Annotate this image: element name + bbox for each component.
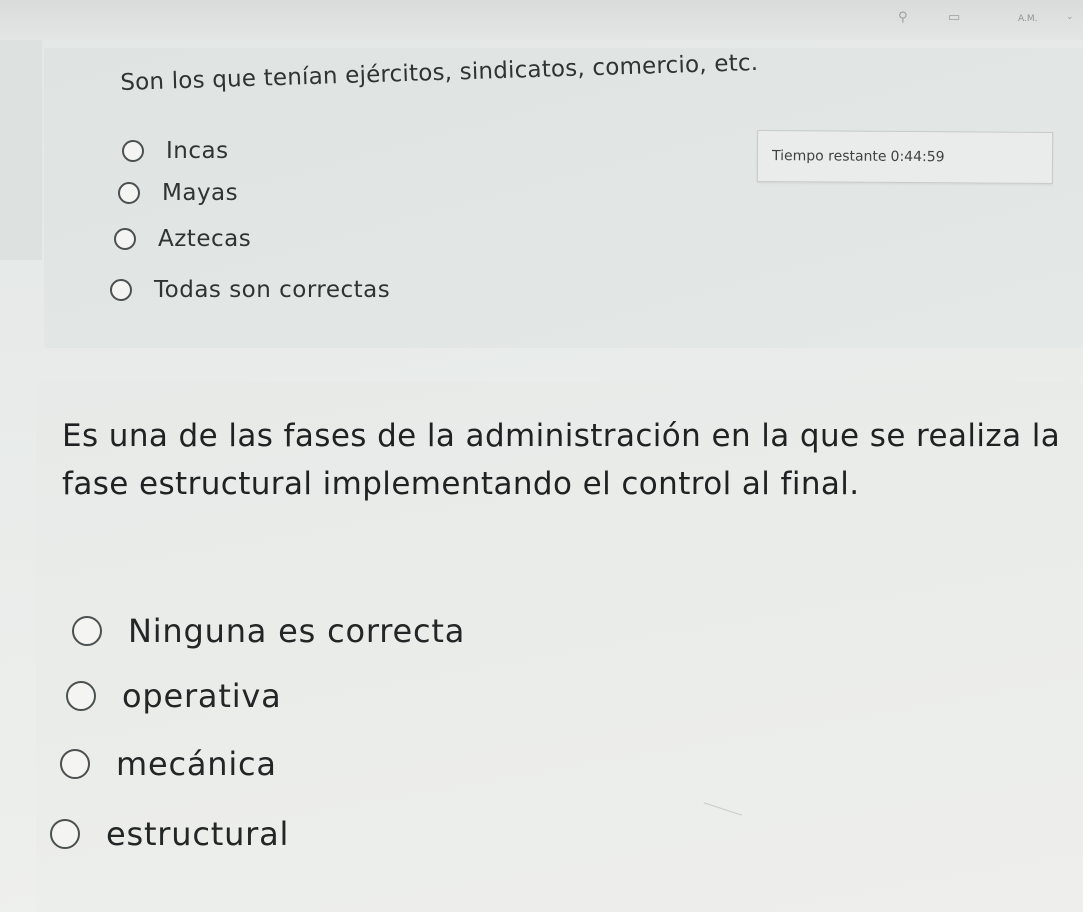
radio-button[interactable]: [114, 228, 136, 250]
radio-button[interactable]: [66, 681, 96, 711]
radio-button[interactable]: [110, 279, 132, 301]
question-2-option-operativa[interactable]: operativa: [66, 677, 282, 715]
radio-button[interactable]: [118, 182, 140, 204]
question-2-prompt: Es una de las fases de la administración…: [62, 418, 1061, 502]
window-icon[interactable]: ▭: [948, 10, 960, 25]
question-2-option-estructural[interactable]: estructural: [50, 815, 289, 853]
chevron-down-icon[interactable]: ⌄: [1066, 12, 1074, 22]
time-remaining-badge: Tiempo restante 0:44:59: [756, 129, 1054, 185]
option-label: Incas: [166, 138, 229, 164]
option-label: Aztecas: [158, 226, 252, 252]
question-2-option-ninguna[interactable]: Ninguna es correcta: [72, 612, 465, 650]
radio-button[interactable]: [60, 749, 90, 779]
option-label: estructural: [106, 815, 290, 853]
timer-label: Tiempo restante: [771, 148, 887, 165]
radio-button[interactable]: [50, 819, 80, 849]
top-bar: ⚲ ▭ A.M. ⌄: [0, 0, 1083, 40]
radio-button[interactable]: [122, 140, 144, 162]
option-label: operativa: [122, 677, 282, 715]
question-1-option-aztecas[interactable]: Aztecas: [114, 226, 251, 252]
question-1-option-incas[interactable]: Incas: [122, 138, 229, 164]
question-1-option-mayas[interactable]: Mayas: [118, 180, 238, 206]
question-2-option-mecanica[interactable]: mecánica: [60, 745, 277, 783]
option-label: Mayas: [162, 180, 239, 206]
user-name[interactable]: A.M.: [1018, 14, 1038, 24]
option-label: mecánica: [116, 745, 277, 783]
timer-value: 0:44:59: [890, 148, 945, 166]
left-panel: [0, 40, 42, 260]
option-label: Ninguna es correcta: [128, 612, 466, 650]
radio-button[interactable]: [72, 616, 102, 646]
question-1-option-todas[interactable]: Todas son correctas: [110, 277, 390, 303]
option-label: Todas son correctas: [154, 277, 391, 303]
search-icon[interactable]: ⚲: [898, 10, 908, 25]
